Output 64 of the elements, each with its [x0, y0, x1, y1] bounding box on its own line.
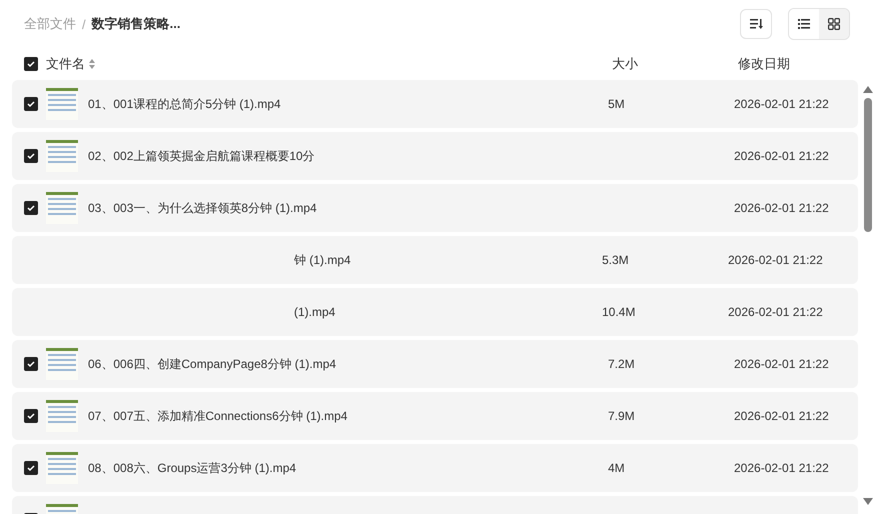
modified-date: 2026-02-01 21:22 — [734, 357, 829, 371]
sort-button[interactable] — [740, 9, 772, 39]
file-name: 03、003一、为什么选择领英8分钟 (1).mp4 — [88, 200, 318, 216]
video-thumbnail — [46, 192, 78, 224]
file-row[interactable]: 钟 (1).mp4 5.3M 2026-02-01 21:22 — [12, 236, 858, 284]
file-row[interactable]: 08、008六、Groups运营3分钟 (1).mp4 4M 2026-02-01 21:22 — [12, 444, 858, 492]
modified-date: 2026-02-01 21:22 — [734, 149, 829, 163]
video-thumbnail — [46, 348, 78, 380]
breadcrumb-item[interactable]: 数字销售策略... — [92, 15, 180, 33]
file-size: 7.9M — [608, 409, 635, 423]
scrollbar-thumb[interactable] — [864, 98, 872, 232]
scroll-down-icon[interactable] — [863, 498, 873, 505]
modified-date: 2026-02-01 21:22 — [734, 201, 829, 215]
file-name: 07、007五、添加精准Connections6分钟 (1).mp4 — [88, 408, 348, 424]
check-icon — [27, 204, 35, 212]
list-view-icon — [798, 19, 810, 29]
column-header: 大小 — [612, 55, 639, 73]
sort-icon — [750, 19, 762, 29]
modified-date: 2026-02-01 21:22 — [734, 97, 829, 111]
file-name: 06、006四、创建CompanyPage8分钟 (1).mp4 — [88, 356, 338, 372]
file-row[interactable]: 01、001课程的总简介5分钟 (1).mp4 5M 2026-02-01 21:22 — [12, 80, 858, 128]
column-header: 修改日期 — [738, 55, 790, 73]
file-row[interactable]: 03、003一、为什么选择领英8分钟 (1).mp4 2026-02-01 21:22 — [12, 184, 858, 232]
check-icon — [27, 60, 35, 68]
check-icon — [27, 464, 35, 472]
file-size: 10.4M — [602, 305, 636, 319]
modified-date: 2026-02-01 21:22 — [728, 305, 823, 319]
file-name: 钟 (1).mp4 — [293, 252, 352, 268]
check-icon — [27, 152, 35, 160]
grid-view-icon — [828, 18, 840, 30]
file-name: 02、002上篇领英掘金启航篇课程概要10分 — [88, 148, 316, 164]
modified-date: 2026-02-01 21:22 — [728, 253, 823, 267]
check-icon — [27, 360, 35, 368]
file-name: 01、001课程的总简介5分钟 (1).mp4 — [88, 96, 282, 112]
row-checkbox[interactable] — [24, 149, 38, 163]
modified-date: 2026-02-01 21:22 — [734, 461, 829, 475]
check-icon — [27, 100, 35, 108]
view-mode-button[interactable] — [819, 9, 849, 39]
select-all-checkbox[interactable] — [24, 57, 38, 71]
file-size: 5.3M — [602, 253, 630, 267]
row-checkbox[interactable] — [24, 357, 38, 371]
check-icon — [27, 412, 35, 420]
row-checkbox[interactable] — [24, 97, 38, 111]
file-size: 5M — [608, 97, 625, 111]
video-thumbnail — [46, 88, 78, 120]
file-row[interactable]: 02、002上篇领英掘金启航篇课程概要10分 2026-02-01 21:22 — [12, 132, 858, 180]
file-name: (1).mp4 — [293, 305, 336, 319]
video-thumbnail — [46, 400, 78, 432]
file-size: 7.2M — [608, 357, 635, 371]
modified-date: 2026-02-01 21:22 — [734, 409, 829, 423]
file-size: 4M — [608, 461, 625, 475]
file-row[interactable]: (1).mp4 10.4M 2026-02-01 21:22 — [12, 288, 858, 336]
row-checkbox[interactable] — [24, 409, 38, 423]
file-name: 08、008六、Groups运营3分钟 (1).mp4 — [88, 460, 298, 476]
column-header: 文件名 — [46, 55, 85, 73]
row-checkbox[interactable] — [24, 461, 38, 475]
sort-icon[interactable] — [89, 59, 95, 69]
row-checkbox[interactable] — [24, 201, 38, 215]
breadcrumb-separator: / — [82, 16, 86, 32]
file-row[interactable]: 07、007五、添加精准Connections6分钟 (1).mp4 7.9M 2026-02-01 21:22 — [12, 392, 858, 440]
video-thumbnail — [46, 140, 78, 172]
file-row[interactable]: 06、006四、创建CompanyPage8分钟 (1).mp4 7.2M 2026-02-01 21:22 — [12, 340, 858, 388]
video-thumbnail — [46, 452, 78, 484]
scroll-up-icon[interactable] — [863, 86, 873, 93]
